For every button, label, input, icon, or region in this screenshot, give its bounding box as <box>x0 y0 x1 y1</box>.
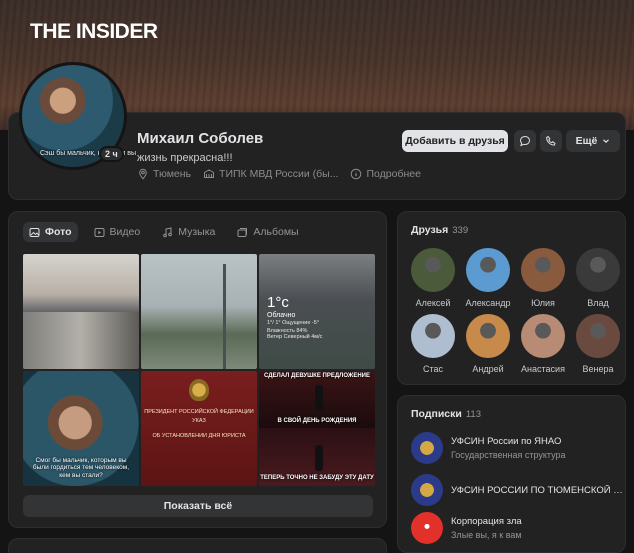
friend-name: Стас <box>422 364 444 374</box>
friend-name: Алексей <box>415 298 451 308</box>
albums-icon <box>237 227 248 237</box>
friend-avatar <box>576 314 620 358</box>
weather-cond: Облачно <box>267 312 296 319</box>
photo-caption: Смог бы мальчик, которым вы были гордить… <box>32 456 130 480</box>
profile-education[interactable]: ТИПК МВД России (бы... <box>203 168 338 180</box>
more-info-link[interactable]: Подробнее <box>350 168 421 180</box>
fsin-logo-icon <box>411 432 443 464</box>
friend-avatar <box>466 314 510 358</box>
friend-item[interactable]: Анастасия <box>516 314 570 374</box>
friend-item[interactable]: Стас <box>406 314 460 374</box>
photo-weather[interactable]: 1°c Облачно 1°/ 1° Ощущение -5° Влажност… <box>259 254 375 369</box>
subscription-name: Корпорация зла <box>451 516 522 527</box>
chevron-down-icon <box>603 139 610 144</box>
subscription-desc: Злые вы, я к вам <box>451 530 522 540</box>
tab-label: Видео <box>109 226 141 238</box>
friend-item[interactable]: Александр <box>461 248 515 308</box>
angry-bird-logo-icon <box>411 512 443 544</box>
profile-status: жизнь прекрасна!!! <box>137 152 233 164</box>
phone-icon <box>546 135 556 146</box>
city-text: Тюмень <box>153 168 192 180</box>
friends-count: 339 <box>452 225 469 236</box>
show-all-button[interactable]: Показать всё <box>23 495 373 517</box>
add-friend-button[interactable]: Добавить в друзья <box>402 130 508 152</box>
photo-family[interactable] <box>23 254 139 369</box>
tab-photos[interactable]: Фото <box>23 222 78 242</box>
friend-item[interactable]: Влад <box>571 248 625 308</box>
meme-line: В СВОЙ ДЕНЬ РОЖДЕНИЯ <box>277 418 357 424</box>
friends-title[interactable]: Друзья 339 <box>411 224 468 236</box>
message-button[interactable] <box>514 130 536 152</box>
meme-line: ТЕПЕРЬ ТОЧНО НЕ ЗАБУДУ ЭТУ ДАТУ <box>260 475 374 481</box>
education-icon <box>204 169 215 178</box>
profile-city: Тюмень <box>137 168 191 180</box>
friend-name: Юлия <box>531 298 555 308</box>
more-button[interactable]: Ещё <box>566 130 620 152</box>
friends-panel: Друзья 339 Алексей Александр Юлия Влад Стас Ан… <box>397 211 626 385</box>
subscriptions-title[interactable]: Подписки 113 <box>411 408 481 420</box>
education-text: ТИПК МВД России (бы... <box>219 168 339 180</box>
profile-name: Михаил Соболев <box>137 130 264 147</box>
friend-name: Андрей <box>472 364 504 374</box>
decree-line: УКАЗ <box>192 418 206 424</box>
friend-avatar <box>411 314 455 358</box>
subscription-item[interactable]: УФСИН России по ЯНАО Государственная стр… <box>411 432 566 464</box>
weather-range: 1°/ 1° Ощущение -5° <box>267 320 320 326</box>
fsin-logo-icon <box>411 474 443 506</box>
subscription-item[interactable]: УФСИН РОССИИ ПО ТЮМЕНСКОЙ ОБ... <box>411 474 623 506</box>
decree-line: ПРЕЗИДЕНТ РОССИЙСКОЙ ФЕДЕРАЦИИ <box>144 409 254 415</box>
friend-name: Влад <box>587 298 609 308</box>
watermark: THE INSIDER <box>30 20 158 43</box>
subscription-desc: Государственная структура <box>451 450 566 460</box>
friend-name: Анастасия <box>521 364 565 374</box>
friend-name: Александр <box>465 298 511 308</box>
friend-item[interactable]: Венера <box>571 314 625 374</box>
wall-panel <box>8 538 387 553</box>
avatar-time-badge: 2 ч <box>99 146 124 162</box>
call-button[interactable] <box>540 130 562 152</box>
tab-albums[interactable]: Альбомы <box>231 222 304 242</box>
photo-winter-street[interactable] <box>141 254 257 369</box>
subscription-name: УФСИН РОССИИ ПО ТЮМЕНСКОЙ ОБ... <box>451 484 623 496</box>
tab-label: Альбомы <box>253 226 299 238</box>
more-label: Ещё <box>575 135 598 147</box>
media-tabs: Фото Видео Музыка Альбомы <box>23 222 305 242</box>
video-icon <box>94 227 105 237</box>
music-icon <box>163 226 173 237</box>
subscriptions-panel: Подписки 113 УФСИН России по ЯНАО Государ… <box>397 395 626 553</box>
message-icon <box>519 135 531 147</box>
friend-item[interactable]: Алексей <box>406 248 460 308</box>
tab-label: Музыка <box>178 226 216 238</box>
tab-music[interactable]: Музыка <box>156 222 221 242</box>
profile-meta: Тюмень ТИПК МВД России (бы... Подробнее <box>137 168 421 180</box>
weather-wind: Ветер Северный 4м/с <box>267 334 323 340</box>
tab-label: Фото <box>45 226 72 238</box>
friend-name: Венера <box>582 364 614 374</box>
decree-line: ОБ УСТАНОВЛЕНИИ ДНЯ ЮРИСТА <box>152 433 246 439</box>
friend-item[interactable]: Андрей <box>461 314 515 374</box>
friend-avatar <box>466 248 510 292</box>
friend-avatar <box>521 314 565 358</box>
subscription-item[interactable]: Корпорация зла Злые вы, я к вам <box>411 512 522 544</box>
friend-avatar <box>521 248 565 292</box>
meme-line: СДЕЛАЛ ДЕВУШКЕ ПРЕДЛОЖЕНИЕ <box>264 373 370 379</box>
media-panel: Фото Видео Музыка Альбомы 1°c Облачно 1°… <box>8 211 387 528</box>
photo-grid: 1°c Облачно 1°/ 1° Ощущение -5° Влажност… <box>23 254 375 488</box>
more-info-text: Подробнее <box>366 168 421 180</box>
friend-avatar <box>411 248 455 292</box>
friend-avatar <box>576 248 620 292</box>
subscriptions-count: 113 <box>465 409 481 420</box>
location-icon <box>139 168 147 180</box>
photo-meme[interactable]: СДЕЛАЛ ДЕВУШКЕ ПРЕДЛОЖЕНИЕ В СВОЙ ДЕНЬ Р… <box>259 371 375 486</box>
info-icon <box>351 168 362 180</box>
tab-videos[interactable]: Видео <box>88 222 147 242</box>
weather-temp: 1°c <box>267 294 289 311</box>
subscription-name: УФСИН России по ЯНАО <box>451 436 562 447</box>
photo-boy[interactable]: Смог бы мальчик, которым вы были гордить… <box>23 371 139 486</box>
photo-icon <box>29 227 40 237</box>
emblem-icon <box>189 379 209 401</box>
photo-decree[interactable]: ПРЕЗИДЕНТ РОССИЙСКОЙ ФЕДЕРАЦИИ УКАЗ ОБ У… <box>141 371 257 486</box>
friend-item[interactable]: Юлия <box>516 248 570 308</box>
